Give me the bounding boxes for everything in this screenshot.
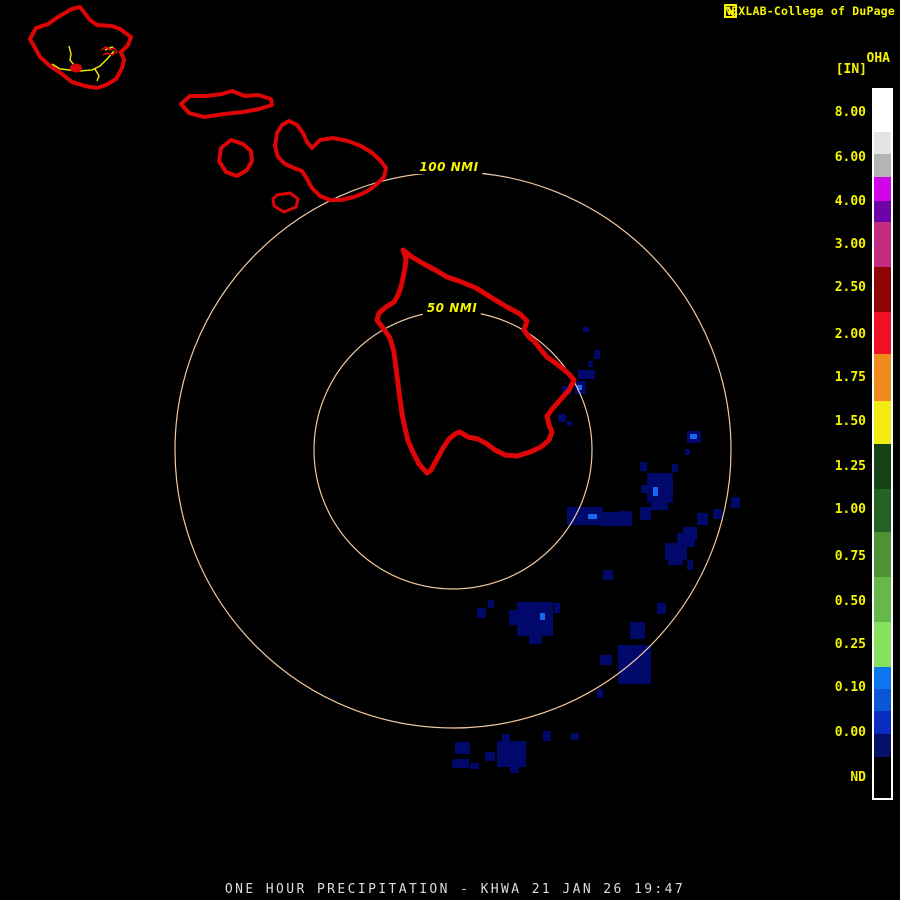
precip-echo <box>529 636 542 644</box>
range-ring-100nmi <box>174 171 732 729</box>
precip-echo <box>558 414 566 422</box>
range-ring-label-50nmi: 50 NMI <box>422 301 482 315</box>
island-outline-maui <box>273 119 388 202</box>
colorbar-label: 0.50 <box>834 594 866 609</box>
precip-echo <box>597 689 603 698</box>
precip-echo <box>603 570 613 580</box>
urban-area-mark <box>70 63 82 73</box>
colorbar-segment <box>874 757 891 798</box>
precip-echo <box>598 512 632 526</box>
precip-echo <box>713 509 722 519</box>
colorbar-segment <box>874 132 891 154</box>
precip-echo <box>571 733 579 740</box>
colorbar <box>872 88 893 800</box>
island-outline-kahoolawe <box>271 191 300 214</box>
nexlab-logo-icon <box>724 4 738 18</box>
precip-echo <box>477 608 486 618</box>
precip-echo <box>455 742 470 754</box>
colorbar-segment <box>874 689 891 711</box>
colorbar-label: 0.10 <box>834 680 866 695</box>
colorbar-segment <box>874 90 891 132</box>
colorbar-label: 1.00 <box>834 502 866 517</box>
island-outline-molokai <box>179 89 274 119</box>
precip-echo <box>588 361 593 367</box>
colorbar-label: 0.75 <box>834 549 866 564</box>
precip-echo <box>554 603 560 613</box>
precip-echo <box>567 421 572 426</box>
colorbar-label: 6.00 <box>834 150 866 165</box>
precip-echo <box>657 603 666 614</box>
colorbar-segment <box>874 312 891 354</box>
precip-echo <box>583 327 589 332</box>
radar-map <box>28 5 740 773</box>
colorbar-segment <box>874 489 891 532</box>
precip-echo <box>540 613 545 620</box>
precip-echo <box>687 560 693 570</box>
colorbar-label: 0.00 <box>834 725 866 740</box>
page-title: NEXLAB-College of DuPage <box>724 4 895 18</box>
precip-echo <box>588 514 597 519</box>
colorbar-segment <box>874 177 891 201</box>
colorbar-label: 4.00 <box>834 194 866 209</box>
product-caption: ONE HOUR PRECIPITATION - KHWA 21 JAN 26 … <box>224 882 686 897</box>
colorbar-label: 2.00 <box>834 327 866 342</box>
precip-echo <box>502 734 510 741</box>
precip-echo <box>594 350 600 359</box>
island-outline-lanai <box>217 138 254 178</box>
colorbar-label: 1.25 <box>834 459 866 474</box>
colorbar-label: 1.50 <box>834 414 866 429</box>
colorbar-segment <box>874 667 891 689</box>
precip-echo <box>641 485 647 493</box>
colorbar-segment <box>874 577 891 622</box>
colorbar-segment <box>874 622 891 667</box>
colorbar-segment <box>874 354 891 401</box>
precip-echo <box>685 449 690 455</box>
range-ring-50nmi <box>313 310 593 590</box>
colorbar-label: 0.25 <box>834 637 866 652</box>
colorbar-segment <box>874 267 891 312</box>
precip-echo <box>731 497 740 508</box>
precip-echo <box>485 752 495 761</box>
colorbar-label: 2.50 <box>834 280 866 295</box>
colorbar-segment <box>874 532 891 577</box>
island-outline-big-island <box>374 247 577 476</box>
precip-echo <box>653 487 658 496</box>
colorbar-segment <box>874 201 891 222</box>
colorbar-segment <box>874 401 891 444</box>
colorbar-segment <box>874 734 891 757</box>
precip-echo <box>690 434 697 439</box>
precip-echo <box>600 655 612 665</box>
colorbar-segment <box>874 711 891 734</box>
colorbar-label: 3.00 <box>834 237 866 252</box>
precip-echo <box>640 507 651 520</box>
precip-echo <box>668 550 683 565</box>
range-ring-label-100nmi: 100 NMI <box>415 160 483 174</box>
precip-echo <box>630 622 645 639</box>
precip-echo <box>697 513 708 525</box>
precip-echo <box>470 763 479 769</box>
precip-echo <box>517 602 553 636</box>
precip-echo <box>578 370 595 379</box>
precip-echo <box>640 462 647 471</box>
precip-echo <box>672 464 678 472</box>
radar-image: NEXLAB-College of DuPage OHA [IN] 8.00 6.… <box>0 0 900 900</box>
precip-echo <box>651 497 668 510</box>
precip-echo <box>497 741 526 767</box>
colorbar-label: 8.00 <box>834 105 866 120</box>
island-outline-oahu <box>28 5 133 90</box>
colorbar-segment <box>874 444 891 489</box>
precip-echo <box>488 600 494 608</box>
station-code: OHA <box>866 51 890 66</box>
colorbar-segment <box>874 154 891 177</box>
precip-echo <box>452 759 469 768</box>
precip-echo <box>510 767 519 773</box>
colorbar-label: 1.75 <box>834 370 866 385</box>
colorbar-labels: 8.00 6.00 4.00 3.00 2.50 2.00 1.75 1.50 1.25 1.00… <box>816 0 866 900</box>
colorbar-segment <box>874 222 891 267</box>
precip-echo <box>543 731 551 741</box>
header: NEXLAB-College of DuPage <box>724 4 895 18</box>
precip-echo <box>509 610 518 625</box>
colorbar-label: ND <box>850 770 866 785</box>
road-line <box>94 68 100 82</box>
